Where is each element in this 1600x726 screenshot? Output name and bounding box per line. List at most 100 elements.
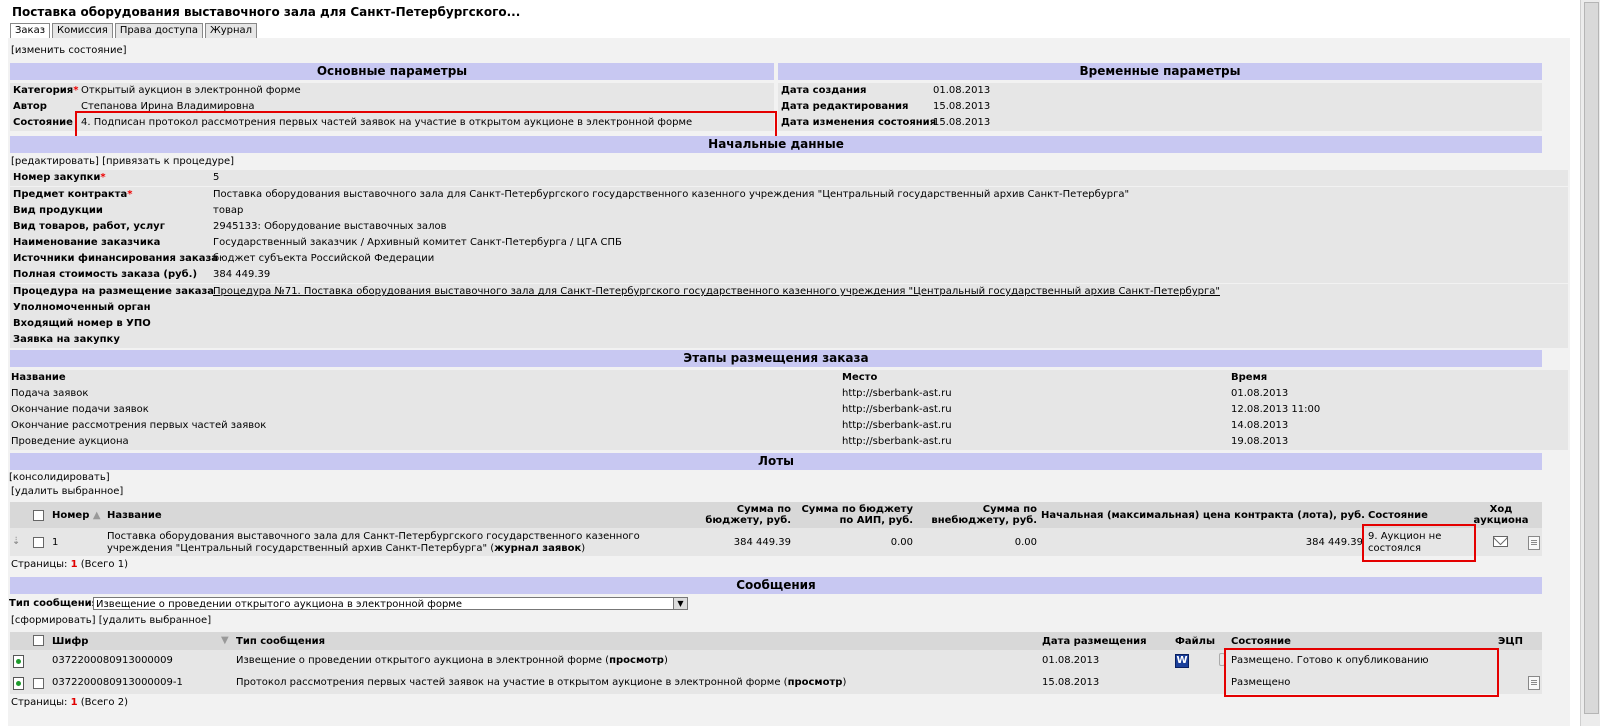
initial-row-value: бюджет субъекта Российской Федерации	[213, 253, 435, 264]
tab-bar: Заказ Комиссия Права доступа Журнал	[10, 23, 259, 38]
page-current[interactable]: 1	[71, 697, 78, 708]
pages-label: Страницы:	[11, 697, 68, 708]
sort-up-icon[interactable]: ▲	[93, 510, 101, 521]
created-label: Дата создания	[781, 85, 867, 96]
bids-journal-link[interactable]: журнал заявок	[494, 543, 581, 554]
initial-row: Номер закупки* 5	[10, 170, 1568, 186]
select-all-checkbox[interactable]	[33, 510, 44, 521]
paperclip-icon[interactable]	[1219, 653, 1225, 666]
stages-table-header: Название Место Время	[10, 370, 1568, 386]
message-status-icon	[13, 655, 24, 668]
lots-header: Лоты	[10, 453, 1542, 470]
messages-actions: [сформировать] [удалить выбранное]	[11, 615, 211, 626]
initial-row: Уполномоченный орган	[10, 300, 1568, 316]
state-value: 4. Подписан протокол рассмотрения первых…	[81, 117, 693, 128]
initial-row-label: Заявка на закупку	[13, 334, 120, 345]
initial-row: Заявка на закупку	[10, 332, 1568, 348]
document-icon[interactable]	[1528, 676, 1540, 690]
message-code: 0372200080913000009-1	[52, 677, 183, 688]
initial-data-actions: [редактировать] [привязать к процедуре]	[11, 156, 234, 167]
initial-row: Вид продукции товар	[10, 203, 1568, 219]
scrollbar-thumb[interactable]	[1584, 2, 1599, 714]
initial-row-value: Поставка оборудования выставочного зала …	[213, 189, 1130, 200]
lots-col-name: Название	[107, 510, 162, 521]
messages-delete-selected-link[interactable]: [удалить выбранное]	[99, 615, 211, 626]
lot-extra: 0.00	[1014, 537, 1037, 548]
form-link[interactable]: [сформировать]	[11, 615, 96, 626]
sort-down-icon[interactable]: ▼	[221, 635, 229, 646]
initial-row: Входящий номер в УПО	[10, 316, 1568, 332]
message-type: Извещение о проведении открытого аукцион…	[236, 655, 610, 666]
page-title: Поставка оборудования выставочного зала …	[12, 5, 521, 19]
tab-access-rights[interactable]: Права доступа	[114, 23, 203, 38]
procedure-link[interactable]: Процедура №71. Поставка оборудования выс…	[213, 284, 1220, 300]
initial-row-label: Источники финансирования заказа	[13, 253, 219, 264]
author-label: Автор	[13, 101, 47, 112]
drag-handle-icon[interactable]: ⇣	[12, 536, 20, 547]
message-type-label: Тип сообщения	[9, 598, 99, 609]
messages-select-all-checkbox[interactable]	[33, 635, 44, 646]
lot-state-line1: 9. Аукцион не	[1368, 531, 1442, 542]
message-date: 01.08.2013	[1042, 655, 1100, 666]
lot-checkbox[interactable]	[33, 537, 44, 548]
lot-number: 1	[52, 537, 59, 548]
chevron-down-icon[interactable]: ▼	[673, 598, 687, 609]
edit-link[interactable]: [редактировать]	[11, 156, 99, 167]
state-changed-label: Дата изменения состояния	[781, 117, 937, 128]
message-checkbox[interactable]	[33, 678, 44, 689]
initial-row: Наименование заказчика Государственный за…	[10, 235, 1568, 251]
initial-row-label: Вид товаров, работ, услуг	[13, 221, 165, 232]
document-icon[interactable]	[1528, 536, 1540, 550]
lots-col-number[interactable]: Номер	[52, 510, 89, 521]
state-label: Состояние	[13, 117, 73, 128]
lot-name-line2: учреждения "Центральный государственный …	[107, 543, 495, 554]
stage-name: Подача заявок	[11, 388, 89, 399]
initial-row-label: Полная стоимость заказа (руб.)	[13, 269, 198, 280]
required-mark: *	[127, 189, 133, 200]
lot-row[interactable]: ⇣ 1 Поставка оборудования выставочного з…	[10, 528, 1542, 556]
message-row[interactable]: 0372200080913000009-1 Протокол рассмотре…	[10, 672, 1542, 694]
lots-table-header: Номер ▲ Название Сумма по бюджету, руб. С…	[10, 502, 1542, 528]
consolidate-link[interactable]: [консолидировать]	[9, 472, 110, 483]
message-code: 0372200080913000009	[52, 655, 173, 666]
required-mark: *	[100, 172, 106, 183]
messages-col-ecp: ЭЦП	[1498, 636, 1523, 647]
envelope-icon[interactable]	[1493, 536, 1508, 547]
word-file-icon[interactable]: W	[1175, 654, 1189, 668]
stage-row: Подача заявок http://sberbank-ast.ru 01.…	[10, 386, 1568, 402]
messages-col-code[interactable]: Шифр	[52, 636, 88, 647]
message-type: Протокол рассмотрения первых частей заяв…	[236, 677, 788, 688]
stage-time: 19.08.2013	[1231, 436, 1289, 447]
lots-col-auction-line1: Ход	[1489, 504, 1513, 515]
bind-procedure-link[interactable]: [привязать к процедуре]	[102, 156, 234, 167]
view-link[interactable]: просмотр	[788, 677, 843, 688]
lots-delete-selected-link[interactable]: [удалить выбранное]	[11, 486, 123, 497]
view-link[interactable]: просмотр	[609, 655, 664, 666]
lots-col-state: Состояние	[1368, 510, 1428, 521]
stage-place: http://sberbank-ast.ru	[842, 404, 952, 415]
messages-col-state: Состояние	[1231, 636, 1291, 647]
lots-col-aip-line2: по АИП, руб.	[839, 515, 913, 526]
message-type-select[interactable]: Извещение о проведении открытого аукцион…	[93, 597, 688, 610]
created-value: 01.08.2013	[933, 85, 991, 96]
tab-commission[interactable]: Комиссия	[52, 23, 113, 38]
initial-row: Предмет контракта* Поставка оборудования …	[10, 187, 1568, 203]
page-current[interactable]: 1	[71, 559, 78, 570]
author-row: Автор Степанова Ирина Владимировна	[10, 99, 774, 115]
message-row[interactable]: 0372200080913000009 Извещение о проведен…	[10, 650, 1542, 672]
edited-row: Дата редактирования 15.08.2013	[778, 99, 1542, 115]
change-state-link[interactable]: [изменить состояние]	[11, 45, 127, 56]
lots-pagination: Страницы: 1 (Всего 1)	[11, 559, 128, 570]
tab-order[interactable]: Заказ	[10, 23, 51, 38]
time-params-header: Временные параметры	[778, 63, 1542, 80]
vertical-scrollbar[interactable]	[1580, 0, 1600, 726]
edited-value: 15.08.2013	[933, 101, 991, 112]
initial-row-value: 5	[213, 172, 220, 183]
lot-price: 384 449.39	[1305, 537, 1363, 548]
author-value: Степанова Ирина Владимировна	[81, 101, 255, 112]
initial-data-header: Начальные данные	[10, 136, 1542, 153]
tab-journal[interactable]: Журнал	[204, 23, 258, 38]
initial-row-value: товар	[213, 205, 244, 216]
message-state: Размещено. Готово к опубликованию	[1231, 655, 1429, 666]
messages-col-date: Дата размещения	[1042, 636, 1147, 647]
